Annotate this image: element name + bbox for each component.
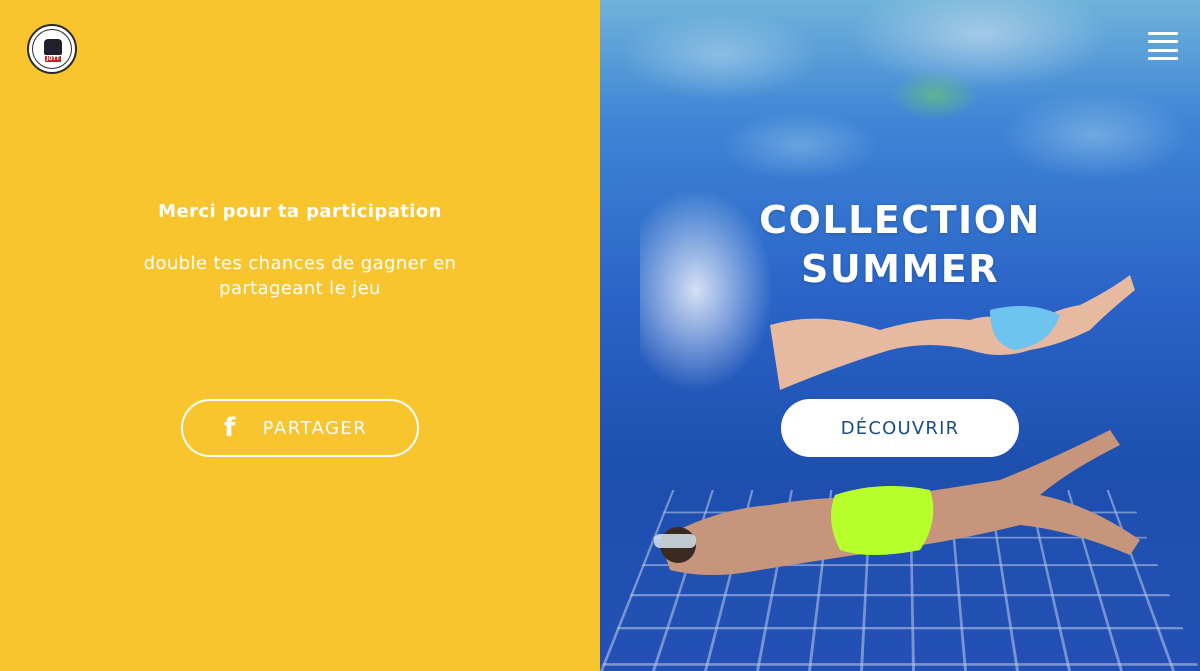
discover-button-label: DÉCOUVRIR	[840, 417, 960, 439]
water-ripple	[620, 10, 820, 100]
logo-badge: JOTT	[45, 56, 61, 62]
logo-emblem: JOTT	[32, 29, 72, 69]
thanks-subtitle: double tes chances de gagner en partagea…	[143, 253, 457, 299]
facebook-icon: f	[224, 413, 236, 443]
right-panel: COLLECTION SUMMER DÉCOUVRIR	[600, 0, 1200, 671]
share-button-label: PARTAGER	[262, 417, 368, 439]
water-ripple	[720, 110, 880, 180]
hamburger-line	[1148, 56, 1178, 60]
share-button[interactable]: f PARTAGER	[181, 399, 419, 457]
collection-title-line1: COLLECTION	[759, 198, 1041, 242]
hamburger-icon[interactable]	[1148, 32, 1178, 60]
left-panel: JOTT Merci pour ta participation double …	[0, 0, 600, 671]
hamburger-line	[1148, 48, 1178, 52]
logo-figure-icon	[44, 39, 62, 55]
water-ripple	[850, 0, 1110, 90]
collection-title-line2: SUMMER	[800, 247, 1000, 291]
hamburger-line	[1148, 40, 1178, 44]
thanks-title: Merci pour ta participation	[158, 201, 442, 222]
water-ripple	[1000, 90, 1190, 180]
discover-button[interactable]: DÉCOUVRIR	[781, 399, 1019, 457]
brand-logo[interactable]: JOTT	[27, 24, 77, 74]
hamburger-line	[1148, 32, 1178, 35]
collection-title: COLLECTION SUMMER	[600, 196, 1200, 294]
water-ripple	[890, 70, 980, 120]
